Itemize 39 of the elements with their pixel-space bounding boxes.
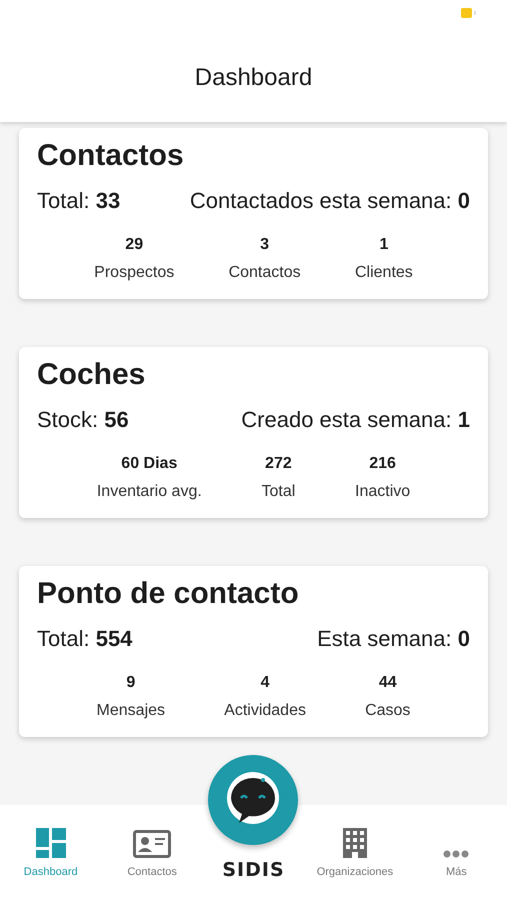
metric-value: 29 [124, 235, 144, 255]
metric-value: 44 [378, 673, 398, 693]
card-title: Ponto de contacto [37, 576, 300, 612]
stat-text: Contactados esta semana: 0 [190, 187, 470, 215]
battery-icon [461, 8, 479, 18]
metric-value: 216 [368, 454, 397, 474]
stat-text: Total: 33 [37, 187, 120, 215]
nav-tab[interactable]: Organizaciones [304, 828, 406, 880]
metric-value: 3 [259, 235, 270, 255]
metric-label: Mensajes [96, 701, 166, 721]
metric-label: Inactivo [355, 482, 410, 502]
page-title: Dashboard [194, 63, 314, 93]
stat-text: Stock: 56 [37, 406, 129, 434]
stat-text: Total: 554 [37, 625, 132, 653]
metric-value: 4 [260, 673, 270, 693]
more-icon [443, 850, 470, 858]
metric-label: Prospectos [94, 263, 174, 283]
metric-label: Actividades [224, 701, 306, 721]
metric-label: Clientes [354, 263, 413, 283]
logo-text[interactable]: SIDIS [222, 861, 285, 880]
nav-tab[interactable]: Dashboard [0, 828, 102, 880]
metric-value: 60 Dias [120, 454, 178, 474]
stat-text: Creado esta semana: 1 [241, 406, 470, 434]
metric-value: 9 [125, 673, 136, 693]
card-title: Contactos [37, 138, 185, 174]
contact-card-icon [133, 830, 172, 858]
metric-label: Total [262, 482, 296, 502]
building-icon [342, 828, 367, 858]
nav-tab[interactable]: Contactos [101, 830, 203, 880]
metric-label: Inventario avg. [96, 482, 202, 502]
assistant-button[interactable] [208, 755, 298, 845]
metric-label: Contactos [228, 263, 301, 283]
metric-value: 1 [378, 235, 390, 255]
dashboard-icon [36, 828, 66, 858]
metric-value: 272 [264, 454, 293, 474]
nav-tab[interactable]: Más [406, 850, 507, 880]
metric-label: Casos [365, 701, 410, 721]
card-title: Coches [37, 357, 146, 393]
stat-text: Esta semana: 0 [317, 625, 470, 653]
